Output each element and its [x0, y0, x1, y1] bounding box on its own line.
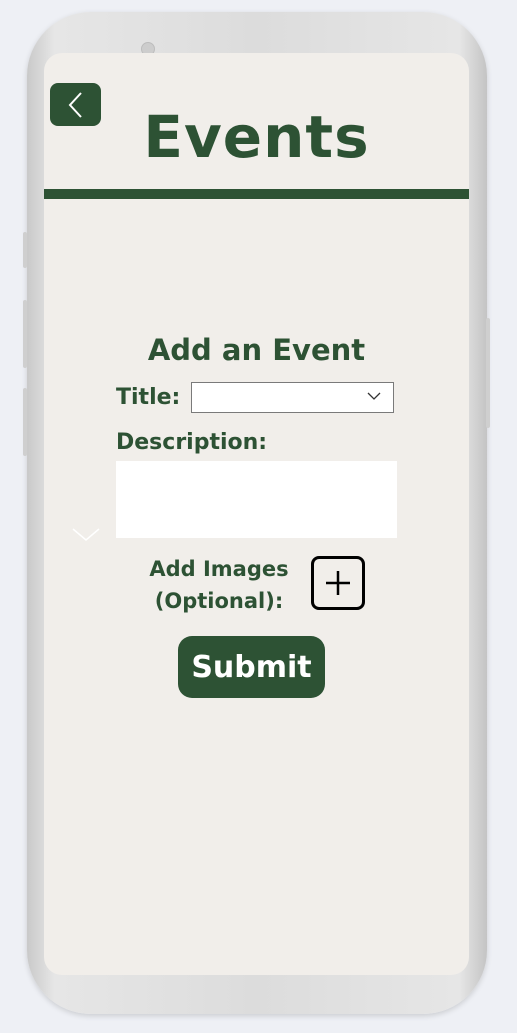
add-images-label-line2: (Optional): — [154, 589, 284, 613]
description-field[interactable] — [116, 461, 397, 538]
title-label: Title: — [116, 385, 181, 410]
plus-icon — [326, 571, 350, 595]
add-image-button[interactable] — [311, 556, 365, 610]
phone-side-button — [23, 388, 27, 456]
chevron-down-icon — [367, 392, 381, 400]
add-images-label-line1: Add Images — [149, 557, 289, 581]
phone-side-button — [486, 318, 490, 428]
title-dropdown[interactable] — [191, 382, 394, 413]
phone-side-button — [23, 300, 27, 368]
phone-side-button — [23, 232, 27, 268]
header-divider — [44, 189, 469, 199]
form-heading: Add an Event — [147, 333, 366, 367]
page-title: Events — [143, 103, 370, 171]
add-images-label: Add Images (Optional): — [144, 553, 294, 617]
chevron-down-icon[interactable] — [72, 527, 100, 543]
description-label: Description: — [116, 430, 268, 455]
submit-button[interactable]: Submit — [178, 636, 325, 698]
app-screen: Events Add an Event Title: Description: … — [44, 53, 469, 975]
